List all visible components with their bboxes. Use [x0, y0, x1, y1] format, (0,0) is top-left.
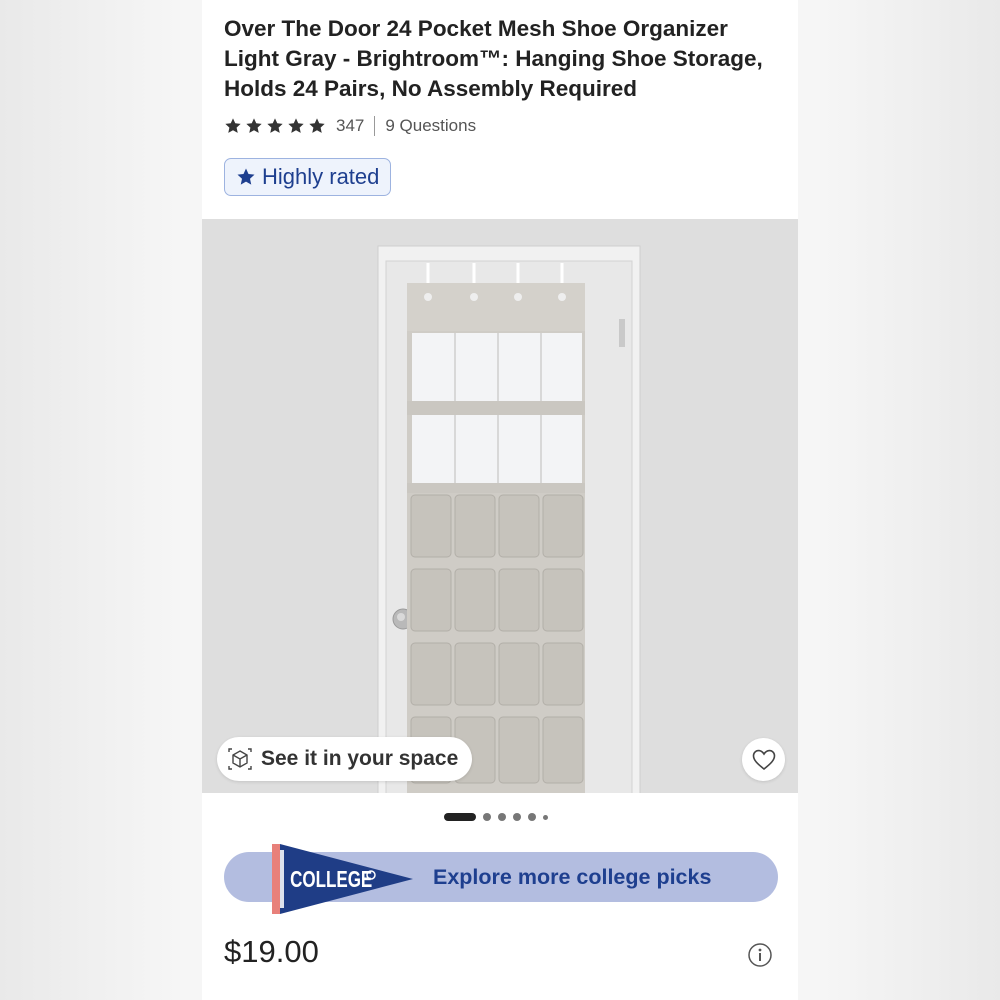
carousel-dot[interactable] — [483, 813, 491, 821]
star-icon — [267, 118, 283, 133]
rating-row[interactable]: 347 9 Questions — [224, 113, 476, 139]
college-pennant-logo: COLLEGE — [272, 844, 413, 914]
carousel-indicator — [444, 812, 548, 822]
star-icon — [309, 118, 325, 133]
review-count[interactable]: 347 — [336, 116, 364, 136]
star-icon — [225, 118, 241, 133]
see-in-space-label: See it in your space — [261, 747, 459, 770]
questions-link[interactable]: 9 Questions — [385, 116, 476, 136]
carousel-dot[interactable] — [513, 813, 521, 821]
price-info-button[interactable] — [747, 942, 773, 968]
heart-icon — [752, 749, 775, 770]
price: $19.00 — [224, 934, 319, 969]
pennant-text: COLLEGE — [290, 868, 372, 893]
college-promo-banner[interactable]: COLLEGE Explore more college picks — [224, 844, 778, 914]
divider — [374, 116, 376, 136]
carousel-dot[interactable] — [498, 813, 506, 821]
rating-stars — [224, 117, 326, 135]
promo-label: Explore more college picks — [433, 865, 712, 889]
star-icon — [246, 118, 262, 133]
carousel-dot[interactable] — [528, 813, 536, 821]
product-title: Over The Door 24 Pocket Mesh Shoe Organi… — [224, 16, 763, 101]
see-in-space-button[interactable]: See it in your space — [217, 737, 473, 781]
star-icon — [237, 168, 255, 185]
highly-rated-badge: Highly rated — [224, 158, 392, 196]
carousel-dot[interactable] — [543, 814, 548, 820]
product-image-carousel[interactable]: See it in your space — [202, 219, 798, 793]
star-icon — [288, 118, 304, 133]
carousel-dot-active[interactable] — [444, 813, 476, 821]
favorite-button[interactable] — [742, 738, 785, 781]
info-icon — [748, 943, 772, 967]
badge-label: Highly rated — [262, 164, 380, 189]
product-image — [202, 219, 798, 793]
product-card: Over The Door 24 Pocket Mesh Shoe Organi… — [202, 0, 798, 1000]
ar-cube-icon — [228, 748, 252, 770]
